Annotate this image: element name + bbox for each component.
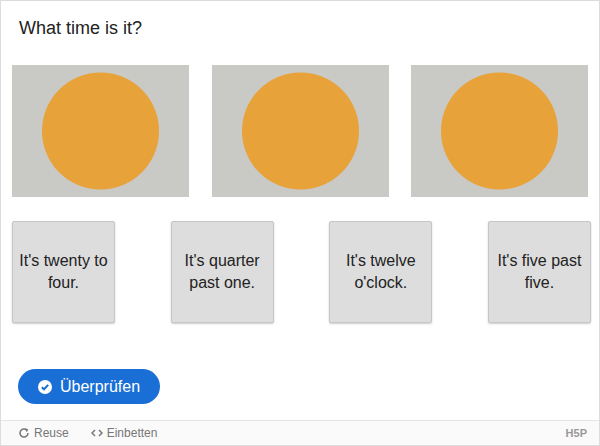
clock-photo [12, 65, 189, 197]
answer-row: It's twenty to four. It's quarter past on… [12, 221, 591, 323]
answer-card[interactable]: It's five past five. [488, 221, 591, 323]
footer-action[interactable]: Reuse [18, 426, 69, 440]
check-circle-icon [38, 380, 52, 394]
h5p-logo[interactable]: H5P [566, 427, 587, 439]
reuse-icon [18, 427, 30, 439]
question-title: What time is it? [12, 17, 591, 48]
answer-card[interactable]: It's twenty to four. [12, 221, 115, 323]
embed-icon [91, 427, 103, 439]
question-content: What time is it?It's twenty to four.It's… [1, 1, 599, 420]
h5p-frame: What time is it?It's twenty to four.It's… [0, 0, 600, 446]
clock-photo [411, 65, 588, 197]
footer-bar: Reuse Einbetten H5P [1, 420, 599, 445]
footer-action[interactable]: Einbetten [91, 426, 158, 440]
answer-card[interactable]: It's quarter past one. [171, 221, 274, 323]
clock-photo [212, 65, 389, 197]
check-button[interactable]: Überprüfen [18, 369, 160, 404]
answer-card[interactable]: It's twelve o'clock. [329, 221, 432, 323]
image-row [12, 65, 591, 197]
